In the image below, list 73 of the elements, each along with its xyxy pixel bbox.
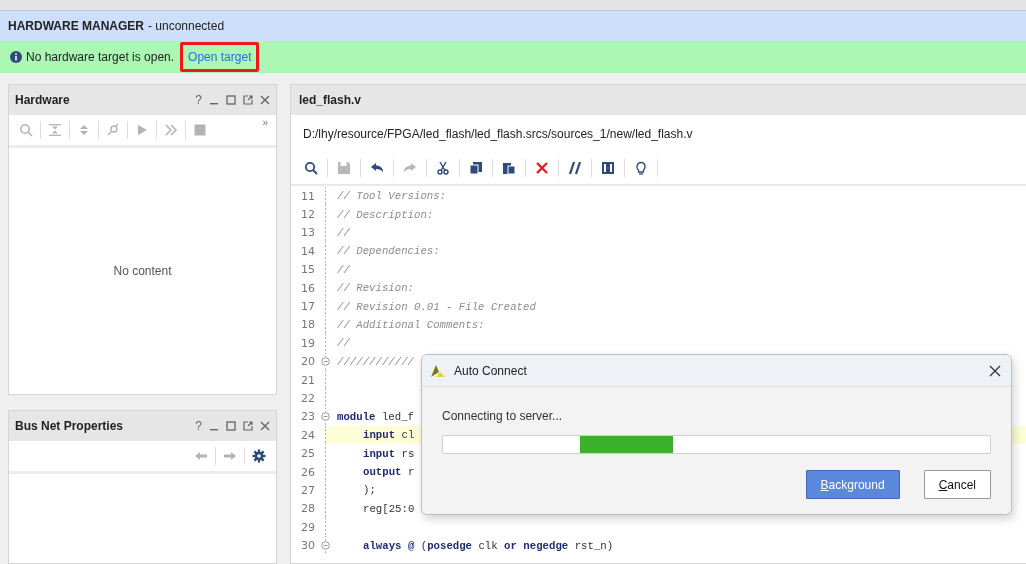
columns-icon[interactable] xyxy=(601,161,615,175)
help-button[interactable]: ? xyxy=(195,419,202,433)
line-number: 13 xyxy=(300,226,315,240)
header-title: HARDWARE MANAGER xyxy=(8,19,144,33)
paste-icon[interactable] xyxy=(502,161,516,175)
code-line: module led_f xyxy=(337,410,414,423)
line-number: 19 xyxy=(300,336,315,350)
float-icon[interactable] xyxy=(243,421,253,431)
comment-icon[interactable] xyxy=(568,161,582,175)
line-number: 23 xyxy=(300,410,315,424)
panel-title: Hardware xyxy=(15,93,70,107)
float-icon[interactable] xyxy=(243,95,253,105)
line-number: 20 xyxy=(300,355,315,369)
overflow-button[interactable]: » xyxy=(262,117,268,128)
close-icon[interactable] xyxy=(989,364,1001,377)
code-line: always @ (posedge clk or negedge rst_n) xyxy=(363,539,614,552)
search-icon[interactable] xyxy=(304,161,318,175)
line-number: 17 xyxy=(300,300,315,314)
line-number: 27 xyxy=(300,483,315,497)
code-line: reg[25:0 xyxy=(363,502,415,515)
line-number: 25 xyxy=(300,447,315,461)
dialog-title: Auto Connect xyxy=(454,363,528,378)
delete-icon[interactable] xyxy=(535,161,549,175)
undo-icon[interactable] xyxy=(370,161,384,175)
line-number: 11 xyxy=(300,189,315,203)
line-number: 22 xyxy=(300,392,315,405)
info-icon xyxy=(10,51,22,63)
line-number: 28 xyxy=(300,502,315,516)
line-number: 29 xyxy=(300,520,315,534)
code-line: ); xyxy=(363,484,376,497)
copy-icon[interactable] xyxy=(469,161,483,175)
background-button[interactable]: Background xyxy=(805,470,900,499)
file-path: D:/lhy/resource/FPGA/led_flash/led_flash.srcs/sources_1/new/led_flash.v xyxy=(302,125,694,143)
code-line: // Tool Versions: xyxy=(337,190,447,203)
fold-icon[interactable] xyxy=(320,541,330,551)
line-number: 26 xyxy=(300,465,315,479)
code-line: // xyxy=(337,337,350,350)
maximize-icon[interactable] xyxy=(226,95,236,105)
fold-icon[interactable] xyxy=(320,412,330,422)
code-line: input cl xyxy=(363,429,415,442)
bulb-icon[interactable] xyxy=(634,161,648,175)
gear-icon[interactable] xyxy=(252,449,266,463)
code-line: //////////// xyxy=(337,355,414,368)
maximize-icon[interactable] xyxy=(226,421,236,431)
help-button[interactable]: ? xyxy=(195,93,202,107)
line-number: 18 xyxy=(300,318,315,332)
code-line: // Description: xyxy=(337,208,434,221)
line-number: 14 xyxy=(300,244,315,258)
code-line: // Revision 0.01 - File Created xyxy=(337,300,536,313)
open-target-link[interactable]: Open target xyxy=(180,42,260,72)
line-number: 24 xyxy=(300,428,315,442)
status-message: Connecting to server... xyxy=(442,409,564,423)
line-number: 30 xyxy=(300,539,315,553)
line-number: 12 xyxy=(300,208,315,222)
editor-tab[interactable]: led_flash.v xyxy=(299,93,362,107)
logo-icon xyxy=(430,363,446,378)
line-number: 15 xyxy=(300,263,315,277)
banner-message: No hardware target is open. xyxy=(26,50,175,64)
panel-title: Bus Net Properties xyxy=(15,419,124,433)
code-line: // Revision: xyxy=(337,282,414,295)
cut-icon[interactable] xyxy=(436,161,450,175)
code-line: // Additional Comments: xyxy=(337,318,485,331)
line-number: 21 xyxy=(300,373,315,387)
connection-status: - unconnected xyxy=(148,19,225,33)
fold-icon[interactable] xyxy=(320,357,330,367)
code-line: // xyxy=(337,263,350,276)
code-line: // xyxy=(337,226,350,239)
line-number: 16 xyxy=(300,281,315,295)
cancel-button[interactable]: Cancel xyxy=(923,470,991,499)
empty-message: No content xyxy=(113,264,172,278)
code-line: output r xyxy=(363,466,415,479)
code-line: // Dependencies: xyxy=(337,245,440,258)
code-line: input rs xyxy=(363,447,415,460)
